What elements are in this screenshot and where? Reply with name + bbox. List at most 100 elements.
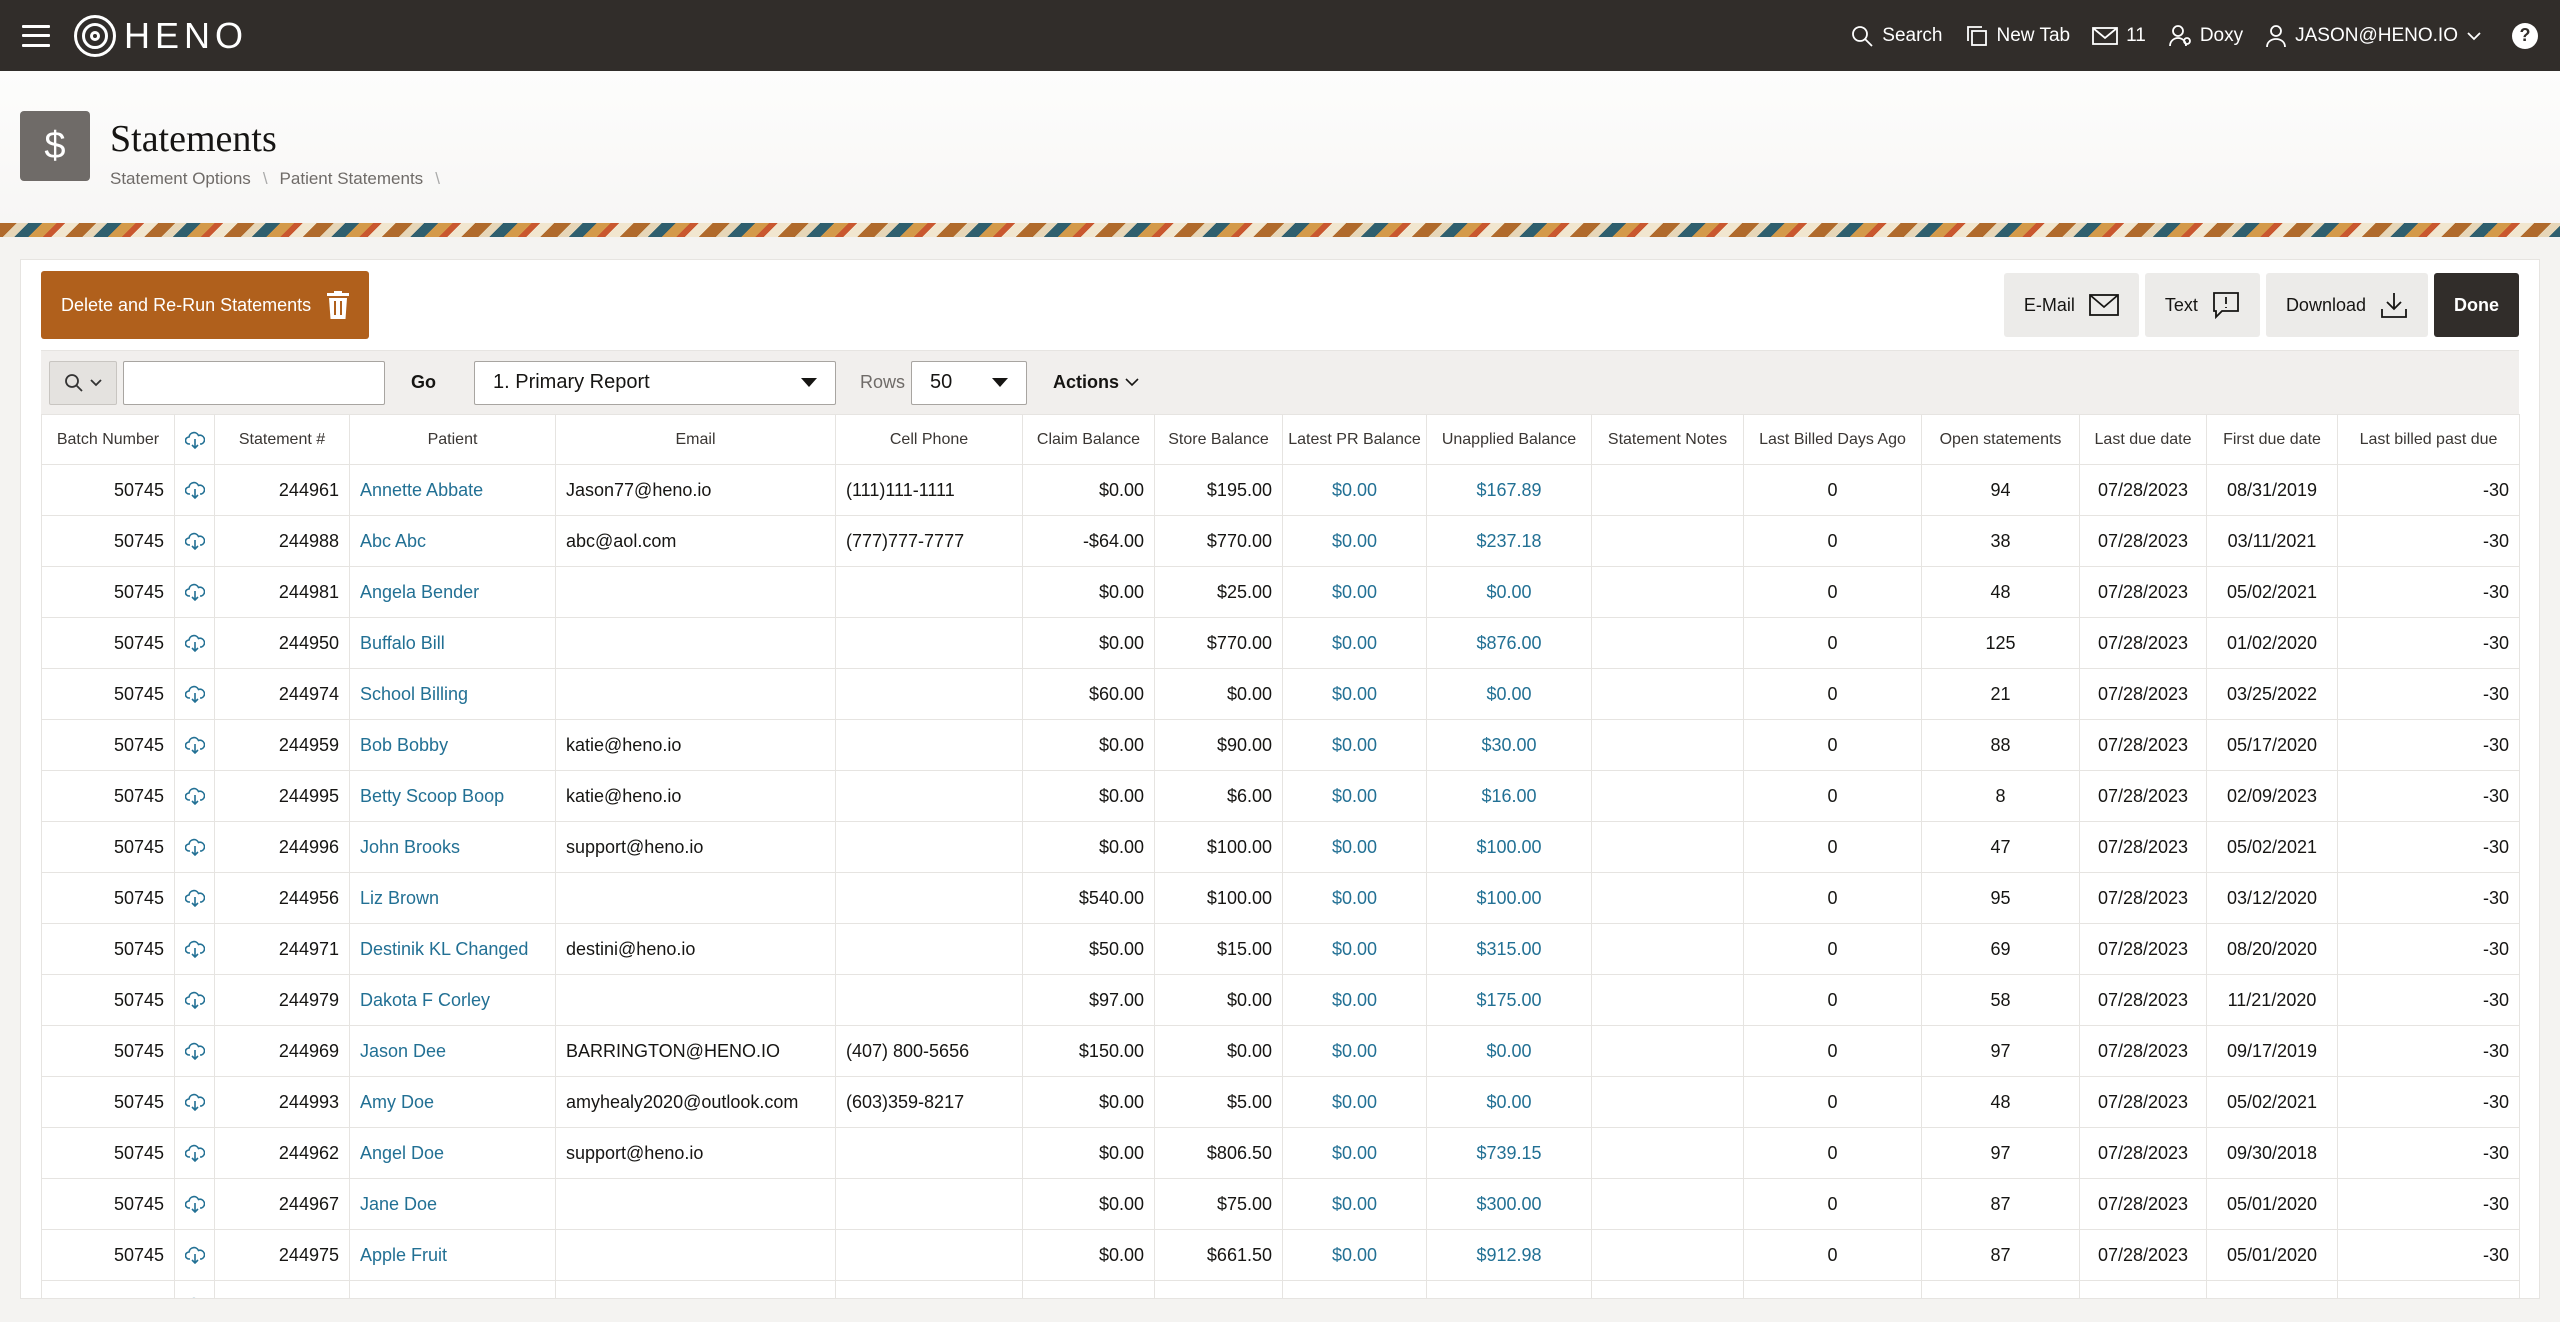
column-header[interactable]: Latest PR Balance <box>1282 414 1427 465</box>
done-button[interactable]: Done <box>2434 273 2519 337</box>
download-button[interactable]: Download <box>2265 273 2428 337</box>
table-row[interactable]: 50745 244974 School Billing $60.00 $0.00 $0.0… <box>41 668 2520 720</box>
cell-patient[interactable]: Angel Doe <box>349 1127 556 1179</box>
cell-latest-pr-balance[interactable]: $0.00 <box>1282 719 1427 771</box>
cell-unapplied-balance[interactable]: $0.00 <box>1426 1025 1592 1077</box>
help-icon[interactable]: ? <box>2512 22 2538 49</box>
column-header[interactable]: Patient <box>349 414 556 465</box>
cloud-download-icon[interactable] <box>174 1076 215 1128</box>
cell-unapplied-balance[interactable]: $876.00 <box>1426 617 1592 669</box>
cloud-download-icon[interactable] <box>174 719 215 771</box>
cell-unapplied-balance[interactable]: $300.00 <box>1426 1178 1592 1230</box>
table-row[interactable]: 50745 244993 Amy Doe amyhealy2020@outlook.c… <box>41 1076 2520 1128</box>
table-row[interactable]: 50745 244956 Liz Brown $540.00 $100.00 $0.00 $… <box>41 872 2520 924</box>
cell-unapplied-balance[interactable]: $0.00 <box>1426 668 1592 720</box>
cell-unapplied-balance[interactable]: $100.00 <box>1426 872 1592 924</box>
cloud-download-icon[interactable] <box>174 515 215 567</box>
hamburger-menu-icon[interactable] <box>22 24 50 47</box>
cloud-download-icon[interactable] <box>174 464 215 516</box>
report-select[interactable]: 1. Primary Report <box>474 360 836 405</box>
cell-patient[interactable]: Amy Doe <box>349 1076 556 1128</box>
cloud-download-icon[interactable] <box>174 872 215 924</box>
column-header[interactable]: Statement Notes <box>1591 414 1744 465</box>
new-tab-button[interactable]: New Tab <box>1965 24 2070 48</box>
heno-logo[interactable]: HENO <box>74 14 248 57</box>
cell-patient[interactable]: Angela Bender <box>349 566 556 618</box>
cloud-download-icon[interactable] <box>174 1280 215 1298</box>
cell-unapplied-balance[interactable]: $16.00 <box>1426 770 1592 822</box>
column-header[interactable]: Store Balance <box>1154 414 1283 465</box>
cell-latest-pr-balance[interactable]: $0.00 <box>1282 668 1427 720</box>
cell-unapplied-balance[interactable]: $175.00 <box>1426 974 1592 1026</box>
column-header[interactable]: Unapplied Balance <box>1426 414 1592 465</box>
cell-unapplied-balance[interactable]: $739.15 <box>1426 1127 1592 1179</box>
column-header[interactable]: Claim Balance <box>1022 414 1155 465</box>
cell-unapplied-balance[interactable]: $315.00 <box>1426 923 1592 975</box>
cell-patient[interactable]: Buffalo Bill <box>349 617 556 669</box>
cell-latest-pr-balance[interactable]: $0.00 <box>1282 974 1427 1026</box>
cell-patient[interactable]: Destinik KL Changed <box>349 923 556 975</box>
table-row[interactable]: 50745 244959 Bob Bobby katie@heno.io $0.00 $9… <box>41 719 2520 771</box>
cloud-column-header[interactable] <box>174 414 215 465</box>
cell-unapplied-balance[interactable]: $0.00 <box>1426 1076 1592 1128</box>
cell-unapplied-balance[interactable]: $34.00 <box>1426 1280 1592 1298</box>
cloud-download-icon[interactable] <box>174 566 215 618</box>
cell-unapplied-balance[interactable]: $30.00 <box>1426 719 1592 771</box>
cell-patient[interactable]: Brandon Hohman <box>349 1280 556 1298</box>
doxy-button[interactable]: Doxy <box>2168 24 2243 48</box>
go-button[interactable]: Go <box>411 372 436 393</box>
table-row[interactable]: 50745 244975 Apple Fruit $0.00 $661.50 $0.00 $… <box>41 1229 2520 1281</box>
column-header[interactable]: Statement # <box>214 414 350 465</box>
cell-latest-pr-balance[interactable]: $0.00 <box>1282 770 1427 822</box>
cell-patient[interactable]: Abc Abc <box>349 515 556 567</box>
cell-patient[interactable]: Annette Abbate <box>349 464 556 516</box>
cell-latest-pr-balance[interactable]: $0.00 <box>1282 515 1427 567</box>
column-header[interactable]: Email <box>555 414 836 465</box>
table-row[interactable]: 50745 244996 John Brooks support@heno.io $0.… <box>41 821 2520 873</box>
cell-latest-pr-balance[interactable]: $0.00 <box>1282 923 1427 975</box>
cell-patient[interactable]: Betty Scoop Boop <box>349 770 556 822</box>
table-row[interactable]: 50745 244988 Abc Abc abc@aol.com (777)777-77… <box>41 515 2520 567</box>
cloud-download-icon[interactable] <box>174 923 215 975</box>
table-row[interactable]: 50745 244967 Jane Doe $0.00 $75.00 $0.00 $300.… <box>41 1178 2520 1230</box>
table-row[interactable]: 50745 244950 Buffalo Bill $0.00 $770.00 $0.00… <box>41 617 2520 669</box>
cloud-download-icon[interactable] <box>174 617 215 669</box>
cell-latest-pr-balance[interactable]: $0.00 <box>1282 1127 1427 1179</box>
column-header[interactable]: Last billed past due <box>2337 414 2520 465</box>
cell-patient[interactable]: Apple Fruit <box>349 1229 556 1281</box>
actions-menu-button[interactable]: Actions <box>1053 372 1139 393</box>
breadcrumb-statement-options[interactable]: Statement Options <box>110 169 251 189</box>
breadcrumb-patient-statements[interactable]: Patient Statements <box>280 169 424 189</box>
cloud-download-icon[interactable] <box>174 1229 215 1281</box>
cloud-download-icon[interactable] <box>174 668 215 720</box>
text-button[interactable]: Text <box>2144 273 2260 337</box>
cell-latest-pr-balance[interactable]: $0.00 <box>1282 821 1427 873</box>
mail-button[interactable]: 11 <box>2092 25 2146 47</box>
cell-latest-pr-balance[interactable]: $0.00 <box>1282 566 1427 618</box>
cell-patient[interactable]: Bob Bobby <box>349 719 556 771</box>
cell-unapplied-balance[interactable]: $100.00 <box>1426 821 1592 873</box>
cell-patient[interactable]: Dakota F Corley <box>349 974 556 1026</box>
table-row[interactable]: 50745 244995 Betty Scoop Boop katie@heno.io… <box>41 770 2520 822</box>
column-header[interactable]: Batch Number <box>41 414 175 465</box>
cell-unapplied-balance[interactable]: $237.18 <box>1426 515 1592 567</box>
table-row[interactable]: 50745 244969 Jason Dee BARRINGTON@HENO.IO (4… <box>41 1025 2520 1077</box>
cell-patient[interactable]: Jane Doe <box>349 1178 556 1230</box>
table-row[interactable]: 50745 244979 Dakota F Corley $97.00 $0.00 $0.… <box>41 974 2520 1026</box>
cell-patient[interactable]: School Billing <box>349 668 556 720</box>
column-header[interactable]: Cell Phone <box>835 414 1023 465</box>
column-header[interactable]: Last Billed Days Ago <box>1743 414 1922 465</box>
cell-latest-pr-balance[interactable]: $0.00 <box>1282 1076 1427 1128</box>
cell-latest-pr-balance[interactable]: $0.00 <box>1282 1229 1427 1281</box>
cell-latest-pr-balance[interactable]: $0.00 <box>1282 464 1427 516</box>
cell-patient[interactable]: Jason Dee <box>349 1025 556 1077</box>
cloud-download-icon[interactable] <box>174 1127 215 1179</box>
table-row[interactable]: 50745244954Brandon Hohman$179.00$100.00$… <box>41 1280 2520 1298</box>
search-column-selector[interactable] <box>49 360 117 405</box>
cell-latest-pr-balance[interactable]: $0.00 <box>1282 1280 1427 1298</box>
cell-unapplied-balance[interactable]: $167.89 <box>1426 464 1592 516</box>
cell-patient[interactable]: Liz Brown <box>349 872 556 924</box>
user-menu[interactable]: JASON@HENO.IO <box>2265 24 2482 48</box>
email-button[interactable]: E-Mail <box>2003 273 2139 337</box>
table-row[interactable]: 50745 244961 Annette Abbate Jason77@heno.io… <box>41 464 2520 516</box>
